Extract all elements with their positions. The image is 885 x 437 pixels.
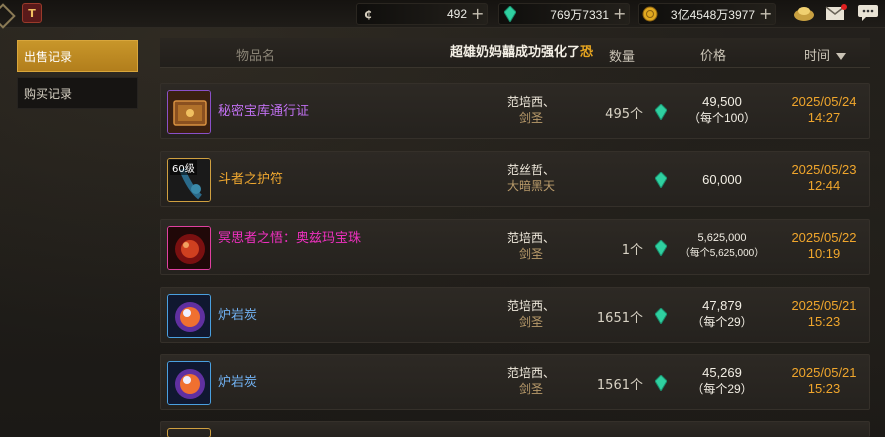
header-quantity: 数量 xyxy=(609,50,636,65)
sale-clock: 15:23 xyxy=(807,314,841,329)
menu-diamond-icon[interactable] xyxy=(0,3,14,25)
add-coin-button[interactable]: + xyxy=(471,6,484,22)
amulet-icon: 60级 xyxy=(167,158,211,202)
item-icon-partial xyxy=(167,428,211,437)
broadcast-tail: 恐 xyxy=(580,45,594,60)
tab-sell-records[interactable]: 出售记录 xyxy=(17,40,138,72)
currency-coin: ₵ 492 + xyxy=(356,3,488,25)
seller-name: 范丝哲、 xyxy=(506,163,555,177)
table-row[interactable]: 60级 斗者之护符 范丝哲、 大暗黑天 60,000 2025/05/23 12… xyxy=(160,151,870,207)
total-price: 5,625,000 xyxy=(697,232,747,244)
price-info: 60,000 xyxy=(666,172,778,188)
top-bar: T ₵ 492 + 769万7331 + 3亿4548万3977 + xyxy=(0,0,885,28)
gold-coin-icon xyxy=(642,6,658,22)
sort-down-icon xyxy=(836,53,847,60)
seller-info: 范培西、 剑圣 xyxy=(491,298,571,330)
sale-time: 2025/05/24 14:27 xyxy=(781,94,867,126)
sale-clock: 10:19 xyxy=(807,246,841,261)
vault-pass-icon xyxy=(167,90,211,134)
price-info: 45,269 （每个29） xyxy=(666,365,778,397)
total-price: 60,000 xyxy=(702,172,742,187)
item-name: 炉岩炭 xyxy=(218,308,258,323)
coin-icon: ₵ xyxy=(364,7,372,21)
currency-gem: 769万7331 + xyxy=(498,3,630,25)
currency-gem-value: 769万7331 xyxy=(550,7,609,22)
item-quantity: 1个 xyxy=(621,243,643,258)
item-level: 60级 xyxy=(170,160,197,175)
sale-clock: 14:27 xyxy=(807,110,841,125)
seller-server: 剑圣 xyxy=(518,382,543,396)
seller-info: 范培西、 剑圣 xyxy=(491,94,571,126)
seller-name: 范培西、 xyxy=(506,95,555,109)
table-row[interactable]: 炉岩炭 范培西、 剑圣 1561个 45,269 （每个29） 2025/05/… xyxy=(160,354,870,410)
seller-name: 范培西、 xyxy=(506,366,555,380)
seller-server: 剑圣 xyxy=(518,111,543,125)
item-name: 秘密宝库通行证 xyxy=(218,104,310,119)
seller-server: 剑圣 xyxy=(518,247,543,261)
header-time-sort[interactable]: 时间 xyxy=(804,45,847,64)
header-price: 价格 xyxy=(700,49,727,64)
table-row[interactable]: 秘密宝库通行证 范培西、 剑圣 495个 49,500 （每个100） 2025… xyxy=(160,83,870,139)
orb-icon xyxy=(167,226,211,270)
broadcast-message: 超雄奶妈囍成功强化了恐 xyxy=(450,41,593,60)
total-price: 45,269 xyxy=(702,365,742,380)
item-quantity: 1561个 xyxy=(596,378,643,393)
seller-name: 范培西、 xyxy=(506,231,555,245)
chat-icon[interactable] xyxy=(857,3,879,23)
unit-price: （每个29） xyxy=(691,315,753,329)
seller-info: 范丝哲、 大暗黑天 xyxy=(491,162,571,194)
seller-server: 剑圣 xyxy=(518,315,543,329)
mail-icon[interactable] xyxy=(825,3,847,23)
currency-coin-value: 492 xyxy=(446,7,467,21)
tab-buy-records[interactable]: 购买记录 xyxy=(17,77,138,109)
table-header: 物品名 超雄奶妈囍成功强化了恐 数量 价格 时间 xyxy=(160,38,870,68)
add-gold-button[interactable]: + xyxy=(759,6,772,22)
sale-date: 2025/05/24 xyxy=(791,94,857,109)
unit-price: （每个29） xyxy=(691,382,753,396)
tab-sell-records-label: 出售记录 xyxy=(24,49,73,64)
price-info: 5,625,000 （每个5,625,000） xyxy=(666,231,778,261)
total-price: 47,879 xyxy=(702,298,742,313)
calendar-book-icon[interactable]: T xyxy=(22,3,42,23)
sale-clock: 12:44 xyxy=(807,178,841,193)
table-row[interactable]: 炉岩炭 范培西、 剑圣 1651个 47,879 （每个29） 2025/05/… xyxy=(160,287,870,343)
treasure-bowl-icon[interactable] xyxy=(793,3,815,23)
header-time: 时间 xyxy=(804,49,831,64)
item-name: 斗者之护符 xyxy=(218,172,284,187)
currency-gold-value: 3亿4548万3977 xyxy=(670,7,755,22)
broadcast-text: 超雄奶妈囍成功强化了 xyxy=(450,45,581,60)
sale-time: 2025/05/21 15:23 xyxy=(781,365,867,397)
seller-server: 大暗黑天 xyxy=(506,179,555,193)
furnace-coal-icon xyxy=(167,361,211,405)
item-name: 炉岩炭 xyxy=(218,375,258,390)
item-name: 冥思者之悟：奥兹玛宝珠 xyxy=(218,231,362,246)
header-item-name: 物品名 xyxy=(236,49,276,64)
price-info: 47,879 （每个29） xyxy=(666,298,778,330)
total-price: 49,500 xyxy=(702,94,742,109)
sale-time: 2025/05/21 15:23 xyxy=(781,298,867,330)
sale-date: 2025/05/21 xyxy=(791,298,857,313)
sale-time: 2025/05/22 10:19 xyxy=(781,230,867,262)
sale-date: 2025/05/22 xyxy=(791,230,857,245)
unit-price: （每个100） xyxy=(687,111,757,125)
table-row[interactable]: 冥思者之悟：奥兹玛宝珠 范培西、 剑圣 1个 5,625,000 （每个5,62… xyxy=(160,219,870,275)
item-quantity: 495个 xyxy=(605,107,643,122)
item-quantity: 1651个 xyxy=(596,311,643,326)
gem-icon xyxy=(502,6,518,22)
add-gem-button[interactable]: + xyxy=(613,6,626,22)
seller-info: 范培西、 剑圣 xyxy=(491,230,571,262)
seller-name: 范培西、 xyxy=(506,299,555,313)
sale-clock: 15:23 xyxy=(807,381,841,396)
table-row-partial[interactable] xyxy=(160,421,870,437)
sale-time: 2025/05/23 12:44 xyxy=(781,162,867,194)
sale-date: 2025/05/21 xyxy=(791,365,857,380)
currency-gold: 3亿4548万3977 + xyxy=(638,3,776,25)
tab-buy-records-label: 购买记录 xyxy=(24,86,73,101)
seller-info: 范培西、 剑圣 xyxy=(491,365,571,397)
price-info: 49,500 （每个100） xyxy=(666,94,778,126)
sale-date: 2025/05/23 xyxy=(791,162,857,177)
furnace-coal-icon xyxy=(167,294,211,338)
unit-price: （每个5,625,000） xyxy=(679,248,765,259)
